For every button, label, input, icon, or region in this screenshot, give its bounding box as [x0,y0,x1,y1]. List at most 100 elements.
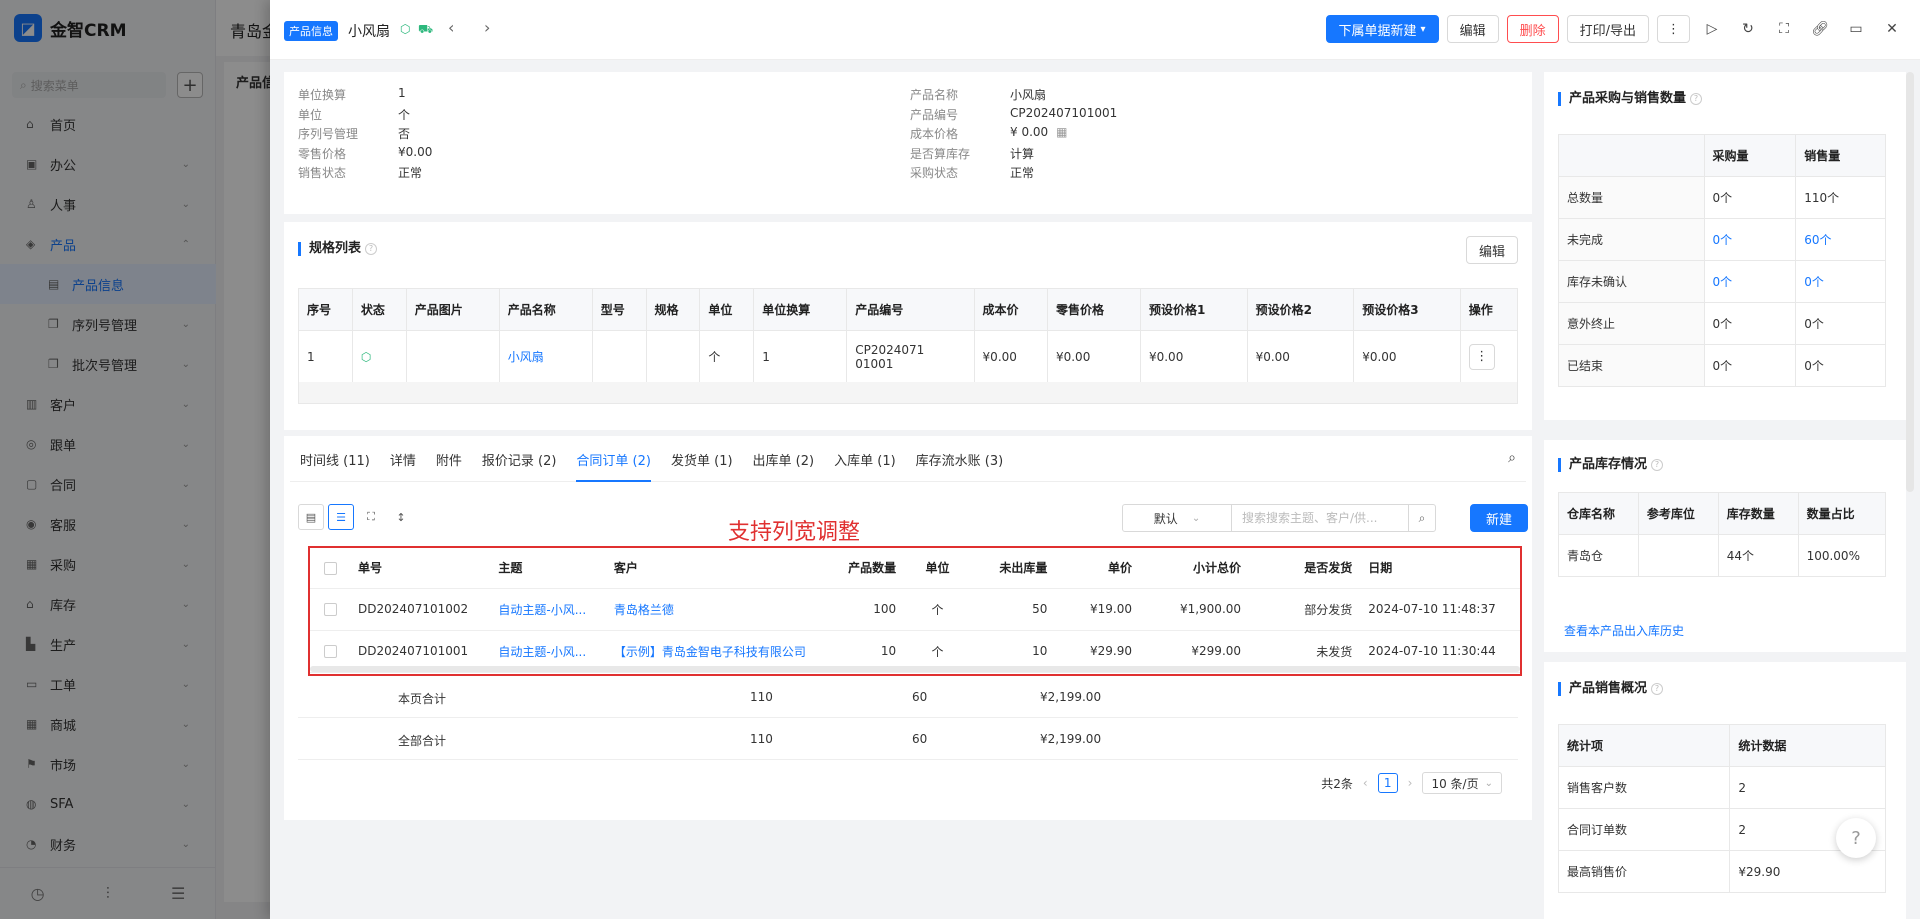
page-number[interactable]: 1 [1377,773,1398,793]
column-header[interactable]: 日期 [1360,548,1520,589]
tab-6[interactable]: 出库单 (2) [743,436,825,482]
more-icon[interactable]: ⋮ [1657,15,1690,43]
table-row: 青岛仓 44个 100.00% [1558,534,1887,577]
column-header: 产品名称 [498,288,593,331]
page-size-select[interactable]: 10 条/页 ⌄ [1422,772,1502,794]
preset-price-2: ¥0.00 [1246,330,1355,383]
tab-7[interactable]: 入库单 (1) [824,436,906,482]
tab-1[interactable]: 详情 [380,436,426,482]
print-export-button[interactable]: 打印/导出 [1566,15,1649,43]
tab-4[interactable]: 合同订单 (2) [566,436,661,482]
column-header[interactable]: 单号 [350,548,491,589]
tab-2[interactable]: 附件 [426,436,472,482]
vertical-scrollbar[interactable] [1906,72,1914,492]
column-header[interactable]: 单位 [904,548,971,589]
info-field-right: 采购状态 正常 [910,164,1034,181]
product-code-line2: 01001 [855,356,894,371]
spec-table: 序号 状态 产品图片 产品名称 型号 规格 单位 单位换算 产品编号 成本价 零售价格 预设价格1 预设… [298,288,1519,383]
search-icon[interactable]: ⌕ [1508,450,1516,466]
new-sub-document-button[interactable]: 下属单据新建 ▾ [1325,15,1439,43]
prev-page-icon[interactable]: ‹ [1363,776,1368,790]
table-cell[interactable]: 0个 [1795,260,1886,303]
delete-button[interactable]: 删除 [1506,15,1559,43]
window-icon[interactable]: ▭ [1842,15,1870,43]
next-icon[interactable]: › [484,18,490,37]
column-header[interactable]: 主题 [490,548,606,589]
order-table-body: DD202407101002 自动主题-小风... 青岛格兰德 100 个 50 ¥19.0… [310,588,1520,673]
sort-select[interactable]: 默认 ⌄ [1122,504,1232,532]
tab-0[interactable]: 时间线 (11) [290,436,380,482]
related-documents-card: 时间线 (11) 详情 附件 报价记录 (2) 合同订单 (2) 发货单 (1) 出库单 (… [284,436,1532,820]
checkbox[interactable] [323,645,337,658]
help-icon[interactable]: ? [1651,682,1664,695]
info-value: 个 [398,107,411,122]
table-cell [1637,534,1719,577]
help-icon[interactable]: ? [365,242,378,255]
stock-history-link[interactable]: 查看本产品出入库历史 [1564,622,1684,639]
expand-icon[interactable]: ⛶ [358,504,384,530]
table-cell: 110个 [1795,176,1886,219]
order-customer[interactable]: 青岛格兰德 [605,588,838,631]
table-cell[interactable]: 0个 [1703,260,1797,303]
refresh-icon[interactable]: ↻ [1734,15,1762,43]
column-header[interactable]: 是否发货 [1249,548,1361,589]
info-field-left: 序列号管理 否 [298,125,410,142]
table-cell[interactable]: 0个 [1703,218,1797,261]
help-icon[interactable]: ? [1651,458,1664,471]
spec-table-header: 序号 状态 产品图片 产品名称 型号 规格 单位 单位换算 产品编号 成本价 零售价格 预设价格1 预设… [298,288,1519,331]
card-view-icon[interactable]: ▤ [298,504,324,530]
all-sum-pending: 60 [912,732,928,746]
edit-button[interactable]: 编辑 [1446,15,1499,43]
help-icon[interactable]: ? [1690,92,1703,105]
prev-icon[interactable]: ‹ [448,18,454,37]
info-value: ¥ 0.00 [1010,125,1049,139]
help-float-button[interactable]: ? [1836,818,1876,858]
info-key: 零售价格 [298,146,347,161]
fullscreen-icon[interactable]: ⛶ [1770,15,1798,43]
info-key: 是否算库存 [910,146,971,161]
order-unit: 个 [904,588,971,631]
tab-3[interactable]: 报价记录 (2) [472,436,567,482]
tab-8[interactable]: 库存流水账 (3) [906,436,1014,482]
order-table: 单号 主题 客户 产品数量 单位 未出库量 单价 小计总价 是否发货 日期 DD202407101… [310,548,1520,673]
table-row: 销售客户数 2 [1557,766,1886,809]
checkbox[interactable] [323,603,337,616]
calculator-icon[interactable]: ▦ [1056,125,1067,142]
column-header[interactable]: 小计总价 [1139,548,1250,589]
new-order-button[interactable]: 新建 [1470,504,1528,532]
row-checkbox-cell [310,588,351,631]
checkbox[interactable] [323,561,337,575]
row-more-button[interactable]: ⋮ [1468,343,1495,370]
search-icon[interactable]: ⌕ [1408,504,1436,532]
column-header: 状态 [351,288,407,331]
table-row[interactable]: DD202407101002 自动主题-小风... 青岛格兰德 100 个 50 ¥19.0… [310,588,1520,631]
info-field-left: 销售状态 正常 [298,164,422,181]
table-cell[interactable]: 60个 [1795,218,1886,261]
link-icon[interactable]: 🔗︎ [1806,15,1834,43]
spec-edit-button[interactable]: 编辑 [1465,236,1518,264]
sales-summary-title: 产品销售概况? [1558,682,1664,696]
order-subject[interactable]: 自动主题-小风... [490,588,606,631]
horizontal-scrollbar[interactable] [310,666,1520,672]
column-header [1558,134,1705,177]
select-all-checkbox[interactable] [310,548,351,589]
preset-price-1: ¥0.00 [1139,330,1248,383]
column-header[interactable]: 产品数量 [837,548,905,589]
close-icon[interactable]: ✕ [1878,15,1906,43]
column-header[interactable]: 未出库量 [970,548,1056,589]
cube-icon: ⬡ [400,22,411,36]
table-cell: 2 [1729,766,1886,809]
product-name-link[interactable]: 小风扇 [498,330,593,383]
column-header[interactable]: 单价 [1055,548,1140,589]
play-icon[interactable]: ▷ [1698,15,1726,43]
column-header[interactable]: 客户 [605,548,838,589]
stock-card: 产品库存情况? 仓库名称 参考库位 库存数量 数量占比 青岛仓 44个 100.00% 查看… [1544,440,1906,652]
order-search-input[interactable]: 搜索搜索主题、客户/供... [1231,504,1409,532]
status-cell: ⬡ [351,330,407,383]
unit-cell: 个 [699,330,755,383]
tab-5[interactable]: 发货单 (1) [661,436,743,482]
pagination: 共2条 ‹ 1 › 10 条/页 ⌄ [1321,772,1502,794]
list-view-icon[interactable]: ☰ [328,504,354,530]
row-height-icon[interactable]: ↕ [388,504,414,530]
next-page-icon[interactable]: › [1408,776,1413,790]
